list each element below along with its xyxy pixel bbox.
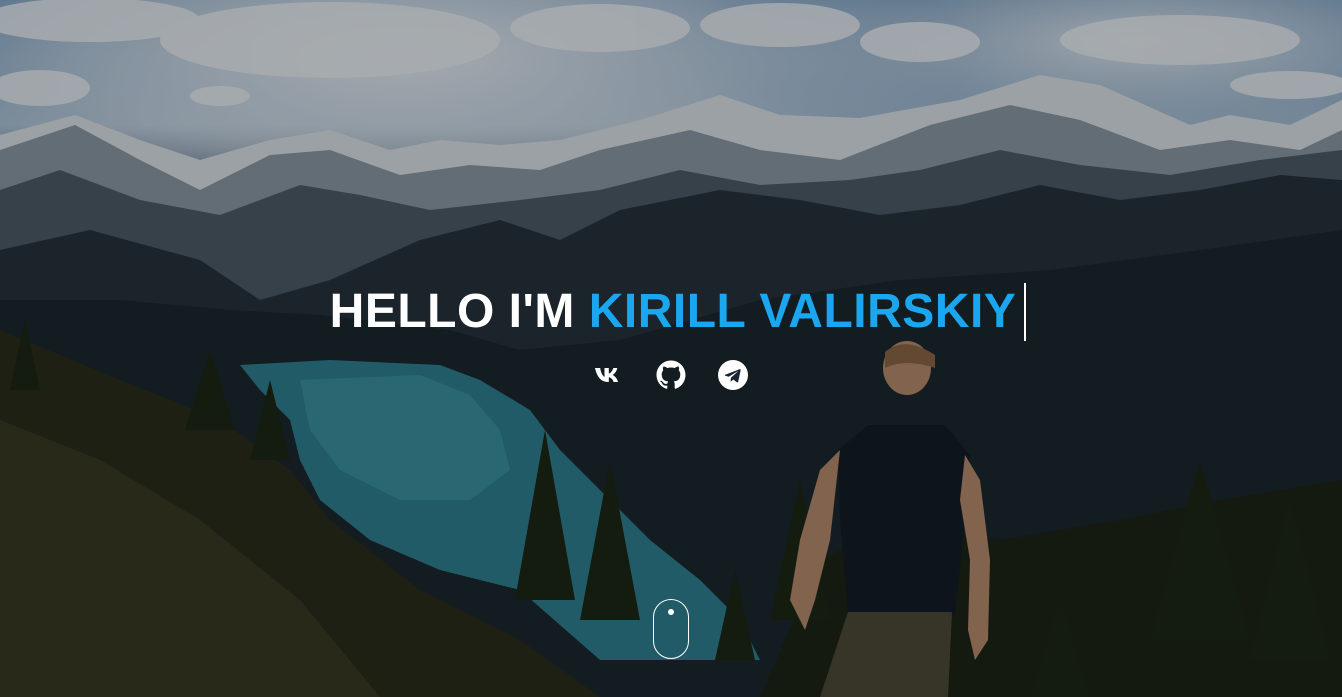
hero-content: HELLO I'M KIRILL VALIRSKIY [0,283,1342,341]
github-link[interactable] [655,359,687,391]
telegram-link[interactable] [717,359,749,391]
vk-link[interactable] [593,359,625,391]
dark-overlay [0,0,1342,697]
scroll-mouse-icon[interactable] [653,599,689,659]
name-text: KIRILL VALIRSKIY [588,285,1017,338]
telegram-icon [718,360,748,390]
greeting-text: HELLO I'M [329,285,589,338]
github-icon [656,360,686,389]
vk-icon [595,368,618,382]
hero-section: HELLO I'M KIRILL VALIRSKIY [0,0,1342,697]
scroll-wheel-dot [668,609,674,615]
hero-headline: HELLO I'M KIRILL VALIRSKIY [330,283,1027,341]
social-links [0,359,1342,391]
typing-cursor [1024,283,1027,341]
